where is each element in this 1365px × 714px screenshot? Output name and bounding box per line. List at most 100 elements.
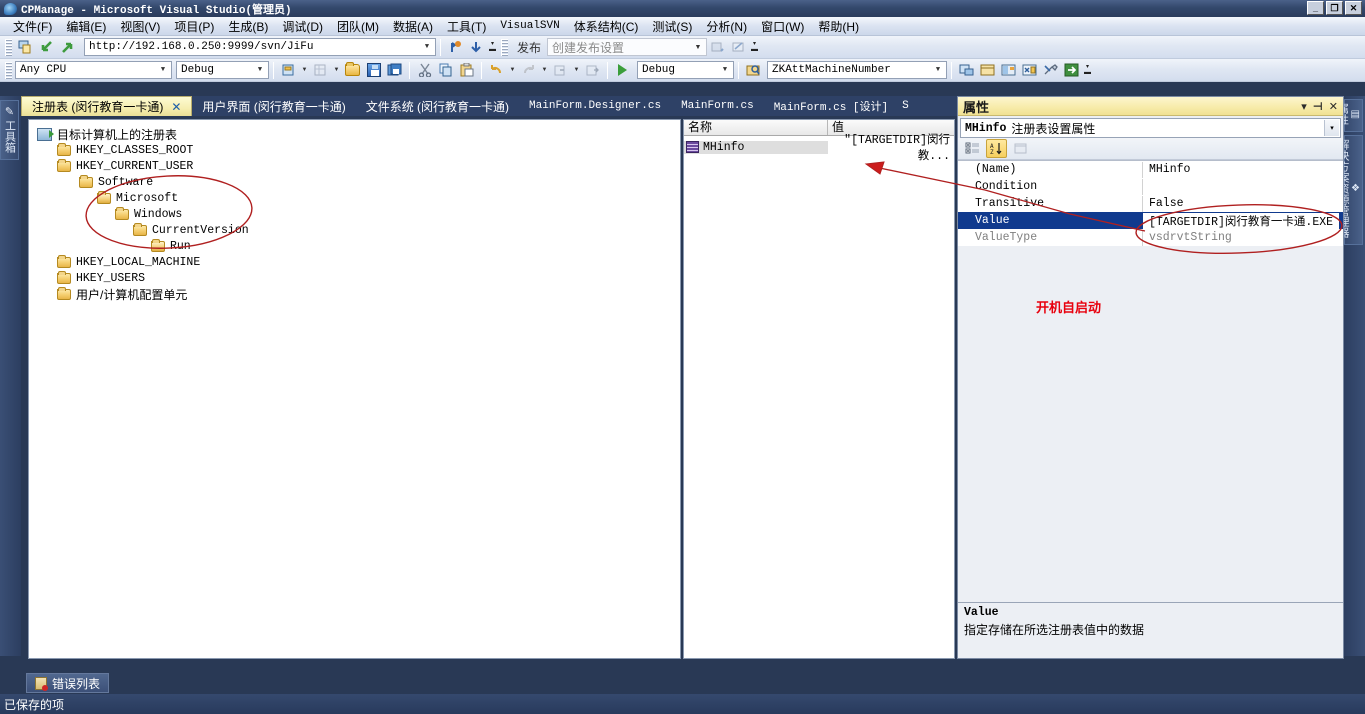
registry-tree-panel[interactable]: 目标计算机上的注册表 HKEY_CLASSES_ROOT HKEY_CURREN… xyxy=(28,119,681,659)
find-combo[interactable]: ZKAttMachineNumber ▼ xyxy=(767,61,947,79)
properties-window-icon[interactable] xyxy=(977,60,998,80)
copy-icon[interactable] xyxy=(435,60,456,80)
tree-node-hkcr[interactable]: HKEY_CLASSES_ROOT xyxy=(29,142,680,158)
close-button[interactable]: ✕ xyxy=(1345,1,1362,15)
restore-button[interactable]: ❐ xyxy=(1326,1,1343,15)
tree-node-hkcu[interactable]: HKEY_CURRENT_USER xyxy=(29,158,680,174)
tree-node-root[interactable]: 目标计算机上的注册表 xyxy=(29,126,680,142)
tab-registry[interactable]: 注册表 (闵行教育一卡通) ✕ xyxy=(21,96,193,116)
svn-update-icon[interactable] xyxy=(36,37,57,57)
property-row-transitive[interactable]: Transitive False xyxy=(958,195,1343,212)
solution-explorer-icon[interactable] xyxy=(956,60,977,80)
tab-mainform-cs[interactable]: MainForm.cs xyxy=(671,96,764,116)
toolbar-grip-publish[interactable] xyxy=(501,38,508,56)
error-list-tab[interactable]: 错误列表 xyxy=(26,673,110,693)
tab-file-system[interactable]: 文件系统 (闵行教育一卡通) xyxy=(356,96,519,116)
menu-item-architecture[interactable]: 体系结构(C) xyxy=(567,17,646,36)
undo-dropdown[interactable]: ▼ xyxy=(507,60,518,80)
property-value-valuetype[interactable]: vsdrvtString xyxy=(1143,231,1232,244)
start-debugging-icon[interactable] xyxy=(612,60,633,80)
property-row-name[interactable]: (Name) MHinfo xyxy=(958,161,1343,178)
tab-mainform-cs-design[interactable]: MainForm.cs [设计] xyxy=(764,96,898,116)
sidebar-item-solution-explorer[interactable]: ❖ 解决方案资源管理器 xyxy=(1337,135,1363,245)
menu-item-help[interactable]: 帮助(H) xyxy=(811,17,866,36)
table-row[interactable]: MHinfo "[TARGETDIR]闵行教... xyxy=(684,134,954,163)
chevron-down-icon[interactable]: ▼ xyxy=(931,63,945,77)
new-project-dropdown[interactable]: ▼ xyxy=(299,60,310,80)
toolbar-overflow-button-3[interactable]: ▾ ▬ xyxy=(1082,60,1093,80)
menu-item-debug[interactable]: 调试(D) xyxy=(275,17,330,36)
svn-show-changes-icon[interactable] xyxy=(445,37,466,57)
save-icon[interactable] xyxy=(363,60,384,80)
menu-item-view[interactable]: 视图(V) xyxy=(113,17,167,36)
toolbar-overflow-button-2[interactable]: ▾ ▬ xyxy=(749,37,760,57)
publish-settings-combo[interactable]: 创建发布设置 ▼ xyxy=(547,38,708,56)
menu-item-tools[interactable]: 工具(T) xyxy=(440,17,493,36)
alphabetic-sort-button[interactable]: AZ xyxy=(986,139,1007,158)
tree-node-user-machine-hive[interactable]: 用户/计算机配置单元 xyxy=(29,286,680,302)
object-browser-icon[interactable] xyxy=(998,60,1019,80)
svn-url-input[interactable]: http://192.168.0.250:9999/svn/JiFu ▼ xyxy=(84,38,436,56)
export-icon[interactable] xyxy=(1061,60,1082,80)
svn-commit-icon[interactable] xyxy=(57,37,78,57)
redo-icon[interactable] xyxy=(518,60,539,80)
menu-item-team[interactable]: 团队(M) xyxy=(330,17,386,36)
chevron-down-icon[interactable]: ▼ xyxy=(691,40,705,54)
solution-config-combo[interactable]: Debug ▼ xyxy=(176,61,269,79)
value-list-name-cell[interactable]: MHinfo xyxy=(684,140,828,154)
sidebar-item-properties[interactable]: ▤ 属性 xyxy=(1337,99,1363,132)
publish-refresh-icon[interactable] xyxy=(707,37,728,57)
property-value-transitive[interactable]: False xyxy=(1143,197,1184,210)
cut-icon[interactable] xyxy=(414,60,435,80)
tab-user-interface[interactable]: 用户界面 (闵行教育一卡通) xyxy=(192,96,355,116)
tree-node-run[interactable]: Run xyxy=(29,238,680,254)
chevron-down-icon[interactable]: ▼ xyxy=(156,63,170,77)
menu-item-file[interactable]: 文件(F) xyxy=(6,17,59,36)
debug-target-combo[interactable]: Debug ▼ xyxy=(637,61,734,79)
property-value-name[interactable]: MHinfo xyxy=(1143,163,1190,176)
tab-overflow[interactable]: S xyxy=(898,96,913,116)
menu-item-test[interactable]: 测试(S) xyxy=(645,17,699,36)
new-project-icon[interactable] xyxy=(278,60,299,80)
chevron-down-icon[interactable]: ▾ xyxy=(1324,120,1339,136)
property-pages-button[interactable] xyxy=(1010,139,1031,158)
find-symbol-icon[interactable] xyxy=(743,60,764,80)
chevron-down-icon[interactable]: ▼ xyxy=(253,63,267,77)
property-value-value[interactable]: [TARGETDIR]闵行教育一卡通.EXE xyxy=(1143,212,1339,229)
tree-node-currentversion[interactable]: CurrentVersion xyxy=(29,222,680,238)
paste-icon[interactable] xyxy=(456,60,477,80)
tab-mainform-designer-cs[interactable]: MainForm.Designer.cs xyxy=(519,96,671,116)
tree-node-hku[interactable]: HKEY_USERS xyxy=(29,270,680,286)
minimize-button[interactable]: _ xyxy=(1307,1,1324,15)
sidebar-item-toolbox[interactable]: ✎ 工具箱 xyxy=(0,100,19,160)
property-row-value[interactable]: Value [TARGETDIR]闵行教育一卡通.EXE xyxy=(958,212,1343,229)
value-list-value-cell[interactable]: "[TARGETDIR]闵行教... xyxy=(828,131,954,163)
properties-close-icon[interactable]: ✕ xyxy=(1329,100,1338,113)
menu-item-edit[interactable]: 编辑(E) xyxy=(59,17,113,36)
solution-platform-combo[interactable]: Any CPU ▼ xyxy=(15,61,172,79)
toolbox-icon[interactable] xyxy=(1019,60,1040,80)
menu-item-window[interactable]: 窗口(W) xyxy=(754,17,811,36)
svn-repo-browser-icon[interactable] xyxy=(15,37,36,57)
navigate-forward-icon[interactable] xyxy=(582,60,603,80)
chevron-down-icon[interactable]: ▼ xyxy=(718,63,732,77)
property-row-valuetype[interactable]: ValueType vsdrvtString xyxy=(958,229,1343,246)
save-all-icon[interactable] xyxy=(384,60,405,80)
properties-dropdown-icon[interactable]: ▾ xyxy=(1301,100,1307,113)
tree-node-software[interactable]: Software xyxy=(29,174,680,190)
add-item-icon[interactable] xyxy=(310,60,331,80)
tree-node-hklm[interactable]: HKEY_LOCAL_MACHINE xyxy=(29,254,680,270)
undo-icon[interactable] xyxy=(486,60,507,80)
publish-edit-icon[interactable] xyxy=(728,37,749,57)
navigate-backward-dropdown[interactable]: ▼ xyxy=(571,60,582,80)
tree-node-windows[interactable]: Windows xyxy=(29,206,680,222)
open-file-icon[interactable] xyxy=(342,60,363,80)
redo-dropdown[interactable]: ▼ xyxy=(539,60,550,80)
svn-get-latest-icon[interactable] xyxy=(466,37,487,57)
tree-node-microsoft[interactable]: Microsoft xyxy=(29,190,680,206)
options-icon[interactable] xyxy=(1040,60,1061,80)
properties-object-combo[interactable]: MHinfo 注册表设置属性 ▾ xyxy=(960,118,1341,138)
properties-dock-icon[interactable]: ⊣ xyxy=(1313,100,1323,113)
tab-close-icon[interactable]: ✕ xyxy=(171,100,181,114)
menu-item-data[interactable]: 数据(A) xyxy=(386,17,440,36)
